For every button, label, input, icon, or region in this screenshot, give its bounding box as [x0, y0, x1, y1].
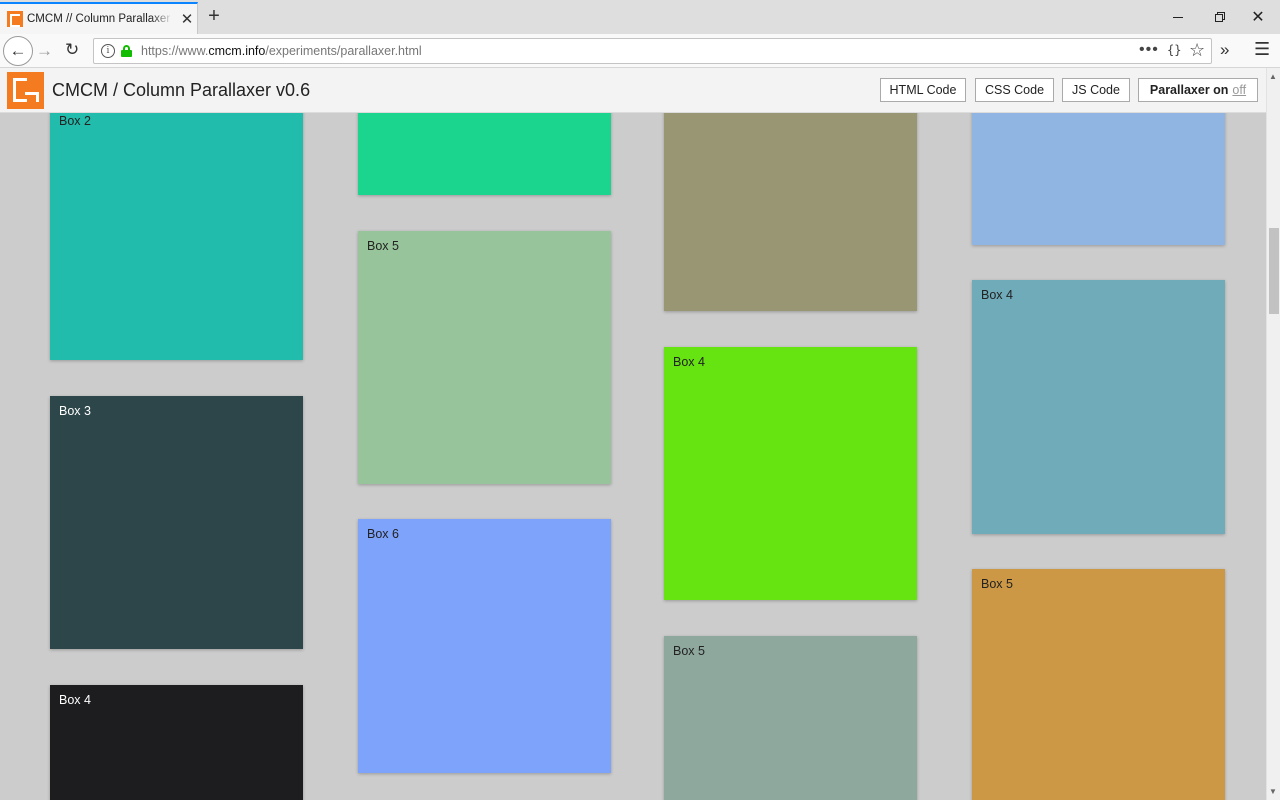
box-label: Box 4: [981, 288, 1013, 302]
bookmark-star-icon[interactable]: ☆: [1189, 40, 1205, 61]
css-code-button[interactable]: CSS Code: [975, 78, 1054, 102]
box-label: Box 4: [59, 693, 91, 707]
url-prefix: https://www.: [141, 44, 209, 58]
column-2-box-2: Box 5: [358, 231, 611, 484]
box-label: Box 5: [981, 577, 1013, 591]
arrow-left-icon: ←: [9, 41, 27, 60]
back-button[interactable]: ←: [3, 36, 33, 66]
main-menu-button[interactable]: ☰: [1254, 39, 1270, 60]
page-title: CMCM / Column Parallaxer v0.6: [52, 80, 311, 100]
address-bar[interactable]: i https://www.cmcm.info/experiments/para…: [93, 38, 1212, 64]
reload-button[interactable]: ↻: [65, 40, 79, 60]
reload-icon: ↻: [65, 40, 80, 59]
minimize-icon: [1173, 17, 1183, 18]
box-label: Box 3: [59, 404, 91, 418]
url-host: cmcm.info: [208, 44, 266, 58]
column-4-box-2: Box 4: [972, 280, 1225, 534]
logo-mark-tail: [25, 92, 39, 102]
scroll-thumb[interactable]: [1269, 228, 1279, 314]
parallaxer-toggle-button[interactable]: Parallaxer on off: [1138, 78, 1258, 102]
lock-icon[interactable]: [121, 45, 132, 57]
site-favicon-icon: [7, 11, 23, 27]
tab-title: CMCM // Column Parallaxer // CMCM: [27, 13, 173, 25]
column-1-box-2: Box 3: [50, 396, 303, 649]
reader-view-icon[interactable]: {}: [1167, 43, 1181, 57]
page-header: CMCM / Column Parallaxer v0.6 HTML Code …: [0, 68, 1266, 113]
minimize-window-button[interactable]: [1156, 0, 1200, 34]
column-3-box-2: Box 4: [664, 347, 917, 600]
column-4-box-3: Box 5: [972, 569, 1225, 800]
tab-strip: CMCM // Column Parallaxer // CMCM ✕ + ✕: [0, 0, 1280, 34]
info-icon[interactable]: i: [101, 44, 115, 58]
scroll-up-arrow-icon[interactable]: ▲: [1269, 72, 1277, 81]
parallaxer-off-link[interactable]: off: [1232, 83, 1246, 97]
forward-button[interactable]: →: [36, 41, 53, 61]
box-label: Box 5: [367, 239, 399, 253]
url-text[interactable]: https://www.cmcm.info/experiments/parall…: [141, 44, 422, 58]
close-tab-icon[interactable]: ✕: [179, 10, 195, 28]
parallaxer-on-label: Parallaxer on: [1149, 83, 1229, 97]
scroll-down-arrow-icon[interactable]: ▼: [1269, 787, 1277, 796]
url-path: /experiments/parallaxer.html: [265, 44, 422, 58]
column-3-box-3: Box 5: [664, 636, 917, 800]
new-tab-button[interactable]: +: [203, 5, 225, 27]
close-window-button[interactable]: ✕: [1236, 0, 1280, 34]
page-scrollbar[interactable]: ▲ ▼: [1266, 68, 1280, 800]
box-label: Box 6: [367, 527, 399, 541]
restore-icon: [1215, 12, 1225, 22]
box-label: Box 2: [59, 114, 91, 128]
column-1-box-3: Box 4: [50, 685, 303, 800]
page-actions-more-icon[interactable]: •••: [1139, 41, 1159, 59]
close-icon: ✕: [1251, 9, 1265, 26]
navigation-bar: ← → ↻ i https://www.cmcm.info/experiment…: [0, 34, 1280, 68]
browser-tab[interactable]: CMCM // Column Parallaxer // CMCM ✕: [0, 2, 198, 34]
hamburger-menu-icon: ☰: [1254, 39, 1271, 59]
html-code-button[interactable]: HTML Code: [880, 78, 966, 102]
box-label: Box 5: [673, 644, 705, 658]
toolbar-overflow-button[interactable]: »: [1220, 40, 1229, 60]
column-1-box-1: Box 2: [50, 106, 303, 360]
column-2-box-3: Box 6: [358, 519, 611, 773]
arrow-right-icon: →: [36, 41, 53, 60]
js-code-button[interactable]: JS Code: [1062, 78, 1130, 102]
column-4-box-1: [972, 90, 1225, 245]
column-3-box-1: [664, 90, 917, 311]
cmcm-logo[interactable]: [7, 72, 44, 109]
double-chevron-right-icon: »: [1220, 40, 1230, 59]
box-label: Box 4: [673, 355, 705, 369]
